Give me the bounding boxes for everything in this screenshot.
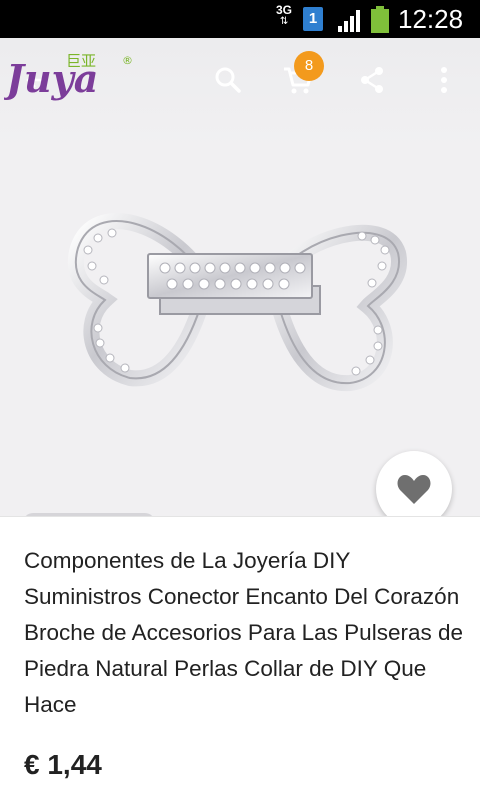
data-arrows-icon: ⇅ xyxy=(279,16,289,27)
product-title: Componentes de La Joyería DIY Suministro… xyxy=(24,548,463,717)
product-image xyxy=(67,213,407,392)
network-indicator: 3G ⇅ xyxy=(276,4,292,28)
more-options-button[interactable] xyxy=(424,60,464,100)
search-icon xyxy=(215,67,241,93)
status-bar: 3G ⇅ 1 12:28 xyxy=(0,0,480,38)
signal-icon xyxy=(338,10,360,32)
heart-icon xyxy=(397,475,431,504)
svg-text:®: ® xyxy=(122,54,133,67)
search-button[interactable] xyxy=(208,60,248,100)
product-details: Componentes de La Joyería DIY Suministro… xyxy=(0,516,480,800)
sim-icon: 1 xyxy=(303,7,323,31)
share-button[interactable] xyxy=(352,60,392,100)
network-type: 3G xyxy=(276,3,293,17)
status-clock: 12:28 xyxy=(398,4,464,34)
product-price: € 1,44 xyxy=(24,749,102,780)
cart-count-badge: 8 xyxy=(294,51,324,81)
logo: Juya 巨亚 ® xyxy=(4,52,133,101)
share-icon xyxy=(361,67,383,93)
logo-chinese-text: 巨亚 xyxy=(66,52,96,70)
more-vertical-icon xyxy=(441,67,447,93)
product-image-gallery[interactable] xyxy=(0,38,480,516)
battery-icon xyxy=(371,6,389,33)
